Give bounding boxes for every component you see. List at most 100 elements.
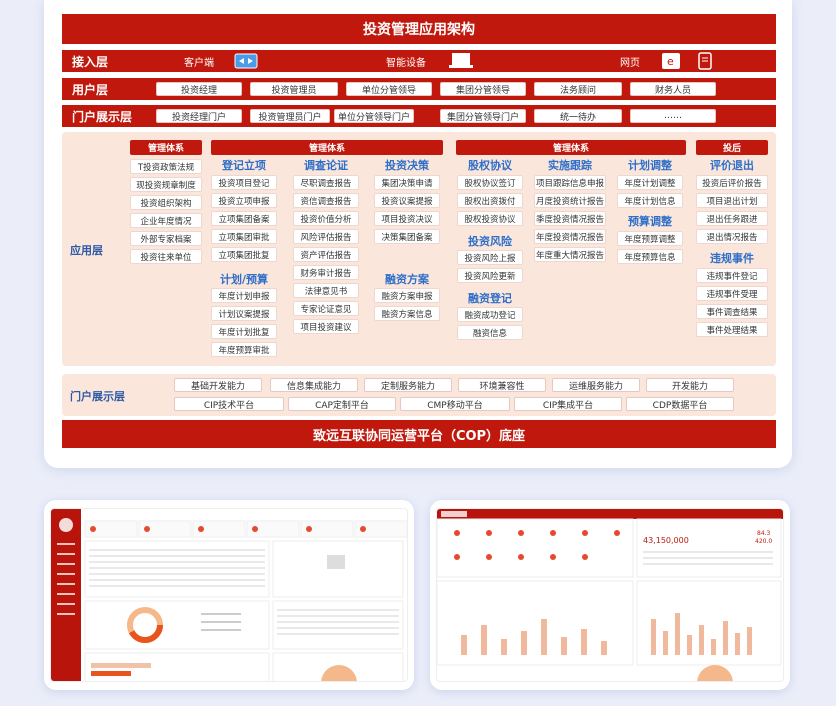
user-item: 单位分管领导 [346, 82, 432, 96]
group1-item: 投资往来单位 [130, 249, 202, 264]
financing-item: 融资方案申报 [374, 288, 440, 303]
approval-item: 立项集团备案 [211, 211, 277, 226]
research-item: 尽职调查报告 [293, 175, 359, 190]
capability-item: 基础开发能力 [174, 378, 262, 392]
violation-title: 违规事件 [710, 252, 754, 265]
portal-item: 集团分管领导门户 [440, 109, 526, 123]
group1-item: 现投资规章制度 [130, 177, 202, 192]
exit-item: 项目退出计划 [696, 193, 768, 208]
exit-item: 退出任务跟进 [696, 211, 768, 226]
portal-item: 单位分管领导门户 [334, 109, 414, 123]
group1-item: 投资组织架构 [130, 195, 202, 210]
decision-title: 投资决策 [385, 159, 429, 172]
tracking-item: 年度投资情况报告 [534, 229, 606, 244]
risk-item: 投资风险上报 [457, 250, 523, 265]
dashboard-1-graphic [51, 509, 407, 681]
equity-item: 股权投资协议 [457, 211, 523, 226]
group1-item: 企业年度情况 [130, 213, 202, 228]
value-2: 420.0 [755, 538, 772, 545]
user-item: 财务人员 [630, 82, 716, 96]
research-item: 资产评估报告 [293, 247, 359, 262]
app-layer-label: 应用层 [70, 244, 103, 257]
tablet-icon [696, 52, 714, 70]
plan-item: 年度计划申报 [211, 288, 277, 303]
screenshot-2-screen: 43,150,000 84.3 420.0 [436, 508, 784, 682]
plan-adj-item: 年度计划调整 [617, 175, 683, 190]
approval-item: 投资项目登记 [211, 175, 277, 190]
user-layer-label: 用户层 [72, 82, 109, 97]
exit-title: 评价退出 [710, 159, 754, 172]
portal-item: 投资管理员门户 [250, 109, 330, 123]
group1-item: T投资政策法规 [130, 159, 202, 174]
fin-reg-item: 融资成功登记 [457, 307, 523, 322]
portal-item: 投资经理门户 [156, 109, 242, 123]
portal-item: …… [630, 109, 716, 123]
portal-item: 统一待办 [534, 109, 622, 123]
group1-item: 外部专家档案 [130, 231, 202, 246]
browser-icon: e [662, 53, 680, 69]
research-item: 资信调查报告 [293, 193, 359, 208]
capability-item: 定制服务能力 [364, 378, 452, 392]
budget-adj-title: 预算调整 [628, 215, 672, 228]
capability-item: 开发能力 [646, 378, 734, 392]
plan-title: 计划/预算 [219, 273, 269, 286]
plan-item: 年度预算审批 [211, 342, 277, 357]
violation-item: 违规事件受理 [696, 286, 768, 301]
research-item: 法律意见书 [293, 283, 359, 298]
platform-item: CDP数据平台 [626, 397, 734, 411]
platform-item: CMP移动平台 [400, 397, 510, 411]
user-item: 集团分管领导 [440, 82, 526, 96]
portal-layer2-label: 门户展示层 [70, 390, 125, 403]
plan-adj-item: 年度计划信息 [617, 193, 683, 208]
fin-reg-title: 融资登记 [468, 292, 512, 305]
access-layer-label: 接入层 [72, 54, 109, 69]
approval-item: 立项集团批复 [211, 247, 277, 262]
decision-item: 集团决策申请 [374, 175, 440, 190]
screenshot-1-screen [50, 508, 408, 682]
diagram-title: 投资管理应用架构 [62, 14, 776, 44]
plan-item: 年度计划批复 [211, 324, 277, 339]
dashboard-2-graphic: 43,150,000 84.3 420.0 [437, 509, 783, 681]
user-item: 法务顾问 [534, 82, 622, 96]
risk-title: 投资风险 [468, 235, 512, 248]
plan-item: 计划议案提报 [211, 306, 277, 321]
financing-item: 融资方案信息 [374, 306, 440, 321]
group1-header: 管理体系 [130, 140, 202, 155]
decision-item: 项目投资决议 [374, 211, 440, 226]
web-label: 网页 [620, 58, 640, 69]
base-platform: 致远互联协同运营平台（COP）底座 [62, 420, 776, 448]
approval-title: 登记立项 [222, 159, 266, 172]
user-item: 投资管理员 [250, 82, 338, 96]
amount-value: 43,150,000 [643, 536, 689, 545]
financing-title: 融资方案 [385, 273, 429, 286]
violation-item: 违规事件登记 [696, 268, 768, 283]
approval-item: 投资立项申报 [211, 193, 277, 208]
capability-item: 环境兼容性 [458, 378, 546, 392]
platform-item: CAP定制平台 [288, 397, 396, 411]
dashboard-screenshot-2: 43,150,000 84.3 420.0 [430, 500, 790, 690]
decision-item: 投资议案提报 [374, 193, 440, 208]
fin-reg-item: 融资信息 [457, 325, 523, 340]
group4-header: 投后 [696, 140, 768, 155]
plan-adj-title: 计划调整 [628, 159, 672, 172]
research-item: 风险评估报告 [293, 229, 359, 244]
group3-header: 管理体系 [456, 140, 686, 155]
exit-item: 投资后评价报告 [696, 175, 768, 190]
equity-item: 股权出资拨付 [457, 193, 523, 208]
capability-item: 运维服务能力 [552, 378, 640, 392]
capability-item: 信息集成能力 [270, 378, 358, 392]
device-label: 智能设备 [386, 58, 426, 69]
client-label: 客户端 [184, 58, 214, 69]
dashboard-screenshot-1 [44, 500, 414, 690]
user-item: 投资经理 [156, 82, 242, 96]
approval-item: 立项集团审批 [211, 229, 277, 244]
platform-item: CIP技术平台 [174, 397, 284, 411]
research-item: 财务审计报告 [293, 265, 359, 280]
exit-item: 退出情况报告 [696, 229, 768, 244]
violation-item: 事件调查结果 [696, 304, 768, 319]
research-item: 专家论证意见 [293, 301, 359, 316]
value-1: 84.3 [757, 530, 771, 537]
budget-adj-item: 年度预算调整 [617, 231, 683, 246]
budget-adj-item: 年度预算信息 [617, 249, 683, 264]
client-icon [234, 53, 258, 69]
